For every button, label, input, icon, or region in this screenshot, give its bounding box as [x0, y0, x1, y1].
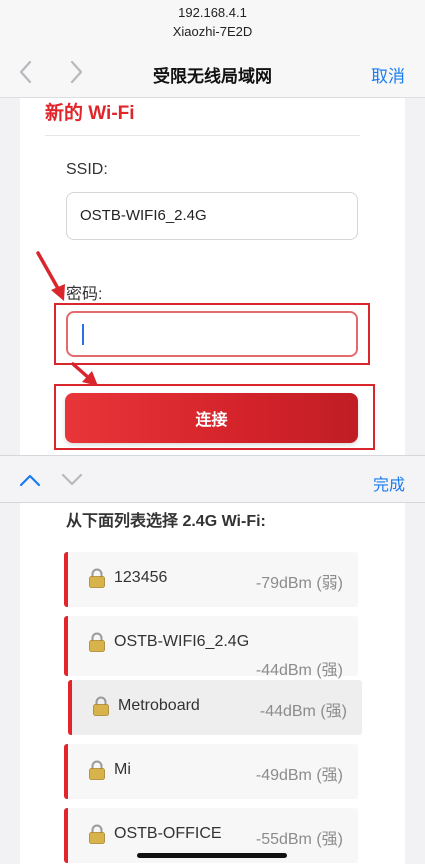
network-item[interactable]: 123456 -79dBm (弱) [64, 552, 358, 607]
lock-icon [93, 696, 109, 716]
form-divider [45, 135, 360, 136]
network-item[interactable]: OSTB-WIFI6_2.4G -44dBm (强) [64, 616, 358, 679]
network-signal: -55dBm (强) [255, 831, 343, 848]
network-ssid: Mi [114, 761, 131, 778]
network-ssid: 123456 [114, 569, 168, 586]
annotation-arrow-icon [71, 362, 98, 386]
home-indicator [137, 853, 287, 858]
network-signal: -49dBm (强) [255, 767, 343, 784]
navigation-bar: 受限无线局域网 取消 [0, 46, 425, 98]
address-ip: 192.168.4.1 [178, 5, 247, 20]
cancel-button[interactable]: 取消 [371, 62, 405, 87]
password-label: 密码: [66, 286, 103, 303]
network-ssid: OSTB-WIFI6_2.4G [114, 633, 250, 650]
ssid-label: SSID: [66, 161, 108, 178]
lock-icon [89, 568, 105, 588]
network-signal: -44dBm (强) [255, 662, 343, 679]
form-title: 新的 Wi-Fi [45, 103, 135, 124]
lock-icon [89, 760, 105, 780]
next-field-chevron-icon[interactable] [59, 468, 85, 492]
network-signal: -44dBm (强) [259, 703, 347, 720]
network-item[interactable]: Metroboard -44dBm (强) [68, 680, 362, 735]
page-title: 受限无线局域网 [153, 67, 272, 86]
address-host: Xiaozhi-7E2D [172, 24, 253, 39]
address-header: 192.168.4.1 Xiaozhi-7E2D [0, 0, 425, 46]
connect-highlight-box [54, 384, 375, 450]
keyboard-accessory-bar: 完成 [0, 455, 425, 503]
annotation-arrow-icon [36, 251, 65, 301]
network-ssid: Metroboard [118, 697, 200, 714]
lock-icon [89, 632, 105, 652]
network-list-heading: 从下面列表选择 2.4G Wi-Fi: [66, 513, 266, 530]
previous-field-chevron-icon[interactable] [17, 468, 43, 492]
network-item[interactable]: Mi -49dBm (强) [64, 744, 358, 799]
password-highlight-box [54, 303, 370, 365]
done-button[interactable]: 完成 [373, 471, 405, 495]
network-signal: -79dBm (弱) [255, 575, 343, 592]
ssid-input[interactable]: OSTB-WIFI6_2.4G [66, 192, 358, 240]
network-ssid: OSTB-OFFICE [114, 825, 222, 842]
lock-icon [89, 824, 105, 844]
